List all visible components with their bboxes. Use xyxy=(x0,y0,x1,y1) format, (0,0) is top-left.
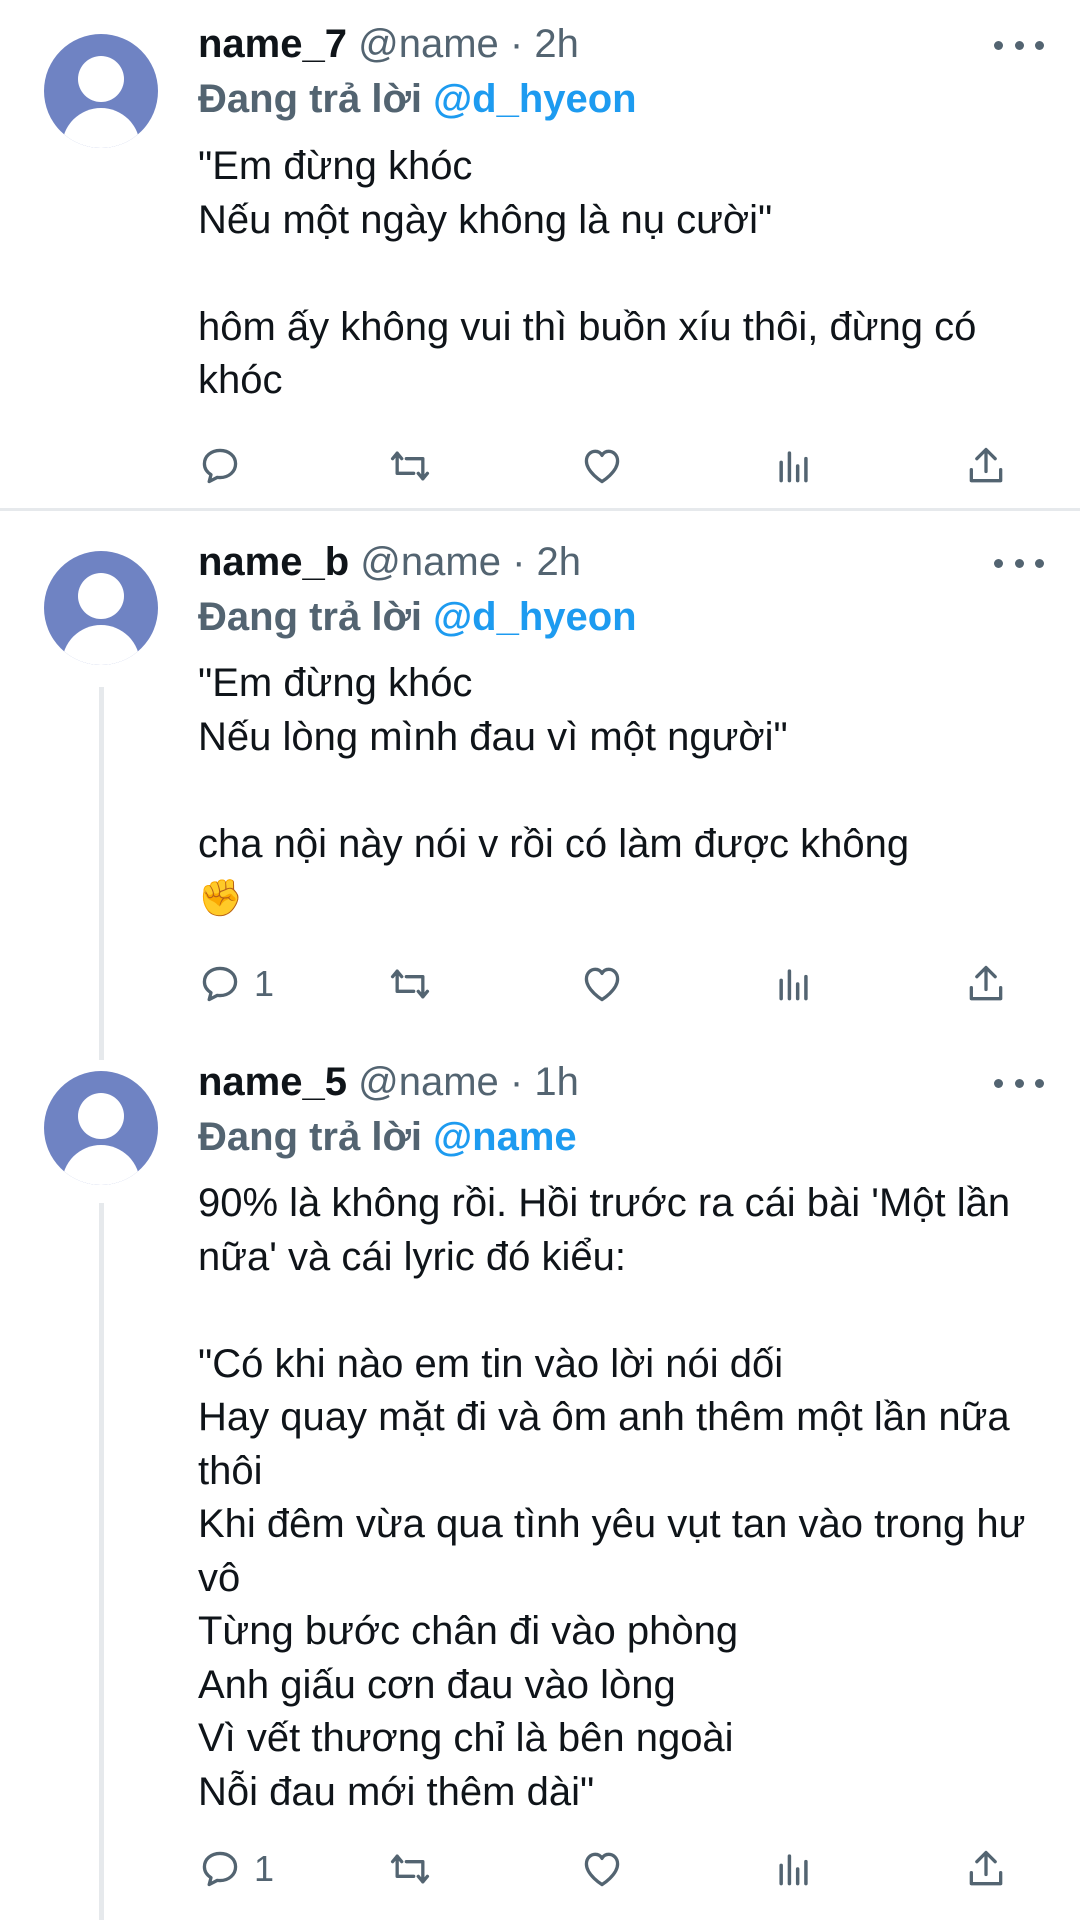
avatar-body-icon xyxy=(62,1145,140,1185)
tweet-actions xyxy=(198,441,1018,491)
like-button[interactable] xyxy=(580,441,624,491)
thread-line xyxy=(99,687,104,1060)
tweet[interactable]: name_b @name · 2h Đang trả lời @d_hyeon … xyxy=(0,511,1080,1060)
reply-button[interactable]: 1 xyxy=(198,1844,274,1894)
retweet-icon xyxy=(390,1854,430,1884)
thread-line xyxy=(99,1203,104,1920)
reply-icon xyxy=(202,1851,238,1887)
share-button[interactable] xyxy=(964,441,1008,491)
reply-mention-link[interactable]: @d_hyeon xyxy=(433,595,636,639)
share-icon xyxy=(969,1850,1003,1886)
reply-mention-link[interactable]: @name xyxy=(433,1115,577,1159)
views-button[interactable] xyxy=(772,1844,816,1894)
tweet-actions: 1 xyxy=(198,959,1018,1009)
like-button[interactable] xyxy=(580,959,624,1009)
more-icon[interactable] xyxy=(994,35,1044,55)
replying-to: Đang trả lời @d_hyeon xyxy=(198,72,637,126)
reply-button[interactable]: 1 xyxy=(198,959,274,1009)
timestamp[interactable]: 1h xyxy=(534,1060,579,1104)
retweet-button[interactable] xyxy=(388,441,432,491)
reply-icon xyxy=(202,966,238,1002)
like-icon xyxy=(584,1852,620,1887)
tweet-actions: 1 xyxy=(198,1844,1018,1894)
user-handle[interactable]: @name xyxy=(358,22,499,66)
reply-button[interactable] xyxy=(198,441,242,491)
avatar[interactable] xyxy=(44,34,158,148)
avatar-head-icon xyxy=(78,56,124,102)
fist-emoji: ✊ xyxy=(198,878,243,919)
replying-to-label: Đang trả lời xyxy=(198,1115,434,1159)
views-button[interactable] xyxy=(772,441,816,491)
display-name[interactable]: name_7 xyxy=(198,22,347,66)
tweet[interactable]: name_7 @name · 2h Đang trả lời @d_hyeon … xyxy=(0,0,1080,508)
user-handle[interactable]: @name xyxy=(358,1060,499,1104)
replying-to-label: Đang trả lời xyxy=(198,595,434,639)
reply-mention-link[interactable]: @d_hyeon xyxy=(433,77,636,121)
like-button[interactable] xyxy=(580,1844,624,1894)
tweet-text: "Em đừng khóc Nếu lòng mình đau vì một n… xyxy=(198,657,1038,926)
tweet-text: 90% là không rồi. Hồi trước ra cái bài '… xyxy=(198,1181,1026,1814)
display-name[interactable]: name_b xyxy=(198,540,349,584)
replying-to: Đang trả lời @d_hyeon xyxy=(198,590,637,644)
more-icon[interactable] xyxy=(994,1073,1044,1093)
more-icon[interactable] xyxy=(994,553,1044,573)
retweet-button[interactable] xyxy=(388,959,432,1009)
retweet-icon xyxy=(390,451,430,481)
user-handle[interactable]: @name xyxy=(360,540,501,584)
reply-count: 1 xyxy=(254,963,275,1004)
tweet-text: "Em đừng khóc Nếu một ngày không là nụ c… xyxy=(198,144,977,402)
timestamp[interactable]: 2h xyxy=(534,22,579,66)
share-icon xyxy=(969,965,1003,1001)
tweet-header: name_7 @name · 2h xyxy=(198,17,579,71)
replying-to: Đang trả lời @name xyxy=(198,1110,577,1164)
share-icon xyxy=(969,447,1003,483)
views-button[interactable] xyxy=(772,959,816,1009)
tweet-header: name_5 @name · 1h xyxy=(198,1055,579,1109)
reply-icon xyxy=(202,448,238,484)
retweet-icon xyxy=(390,969,430,999)
share-button[interactable] xyxy=(964,1844,1008,1894)
retweet-button[interactable] xyxy=(388,1844,432,1894)
avatar-body-icon xyxy=(62,108,140,148)
timestamp[interactable]: 2h xyxy=(537,540,582,584)
views-icon xyxy=(779,451,808,483)
separator-dot: · xyxy=(509,22,524,66)
avatar-head-icon xyxy=(78,1093,124,1139)
like-icon xyxy=(584,449,620,484)
views-icon xyxy=(779,1854,808,1886)
display-name[interactable]: name_5 xyxy=(198,1060,347,1104)
like-icon xyxy=(584,967,620,1002)
separator-dot: · xyxy=(509,1060,524,1104)
views-icon xyxy=(779,969,808,1001)
avatar-head-icon xyxy=(78,573,124,619)
avatar[interactable] xyxy=(44,1071,158,1185)
tweet[interactable]: name_5 @name · 1h Đang trả lời @name 90%… xyxy=(0,1031,1080,1920)
tweet-header: name_b @name · 2h xyxy=(198,535,581,589)
reply-count: 1 xyxy=(254,1848,275,1889)
replying-to-label: Đang trả lời xyxy=(198,77,434,121)
avatar-body-icon xyxy=(62,625,140,665)
separator-dot: · xyxy=(512,540,526,584)
avatar[interactable] xyxy=(44,551,158,665)
share-button[interactable] xyxy=(964,959,1008,1009)
tweet-text-body: "Em đừng khóc Nếu lòng mình đau vì một n… xyxy=(198,661,910,866)
